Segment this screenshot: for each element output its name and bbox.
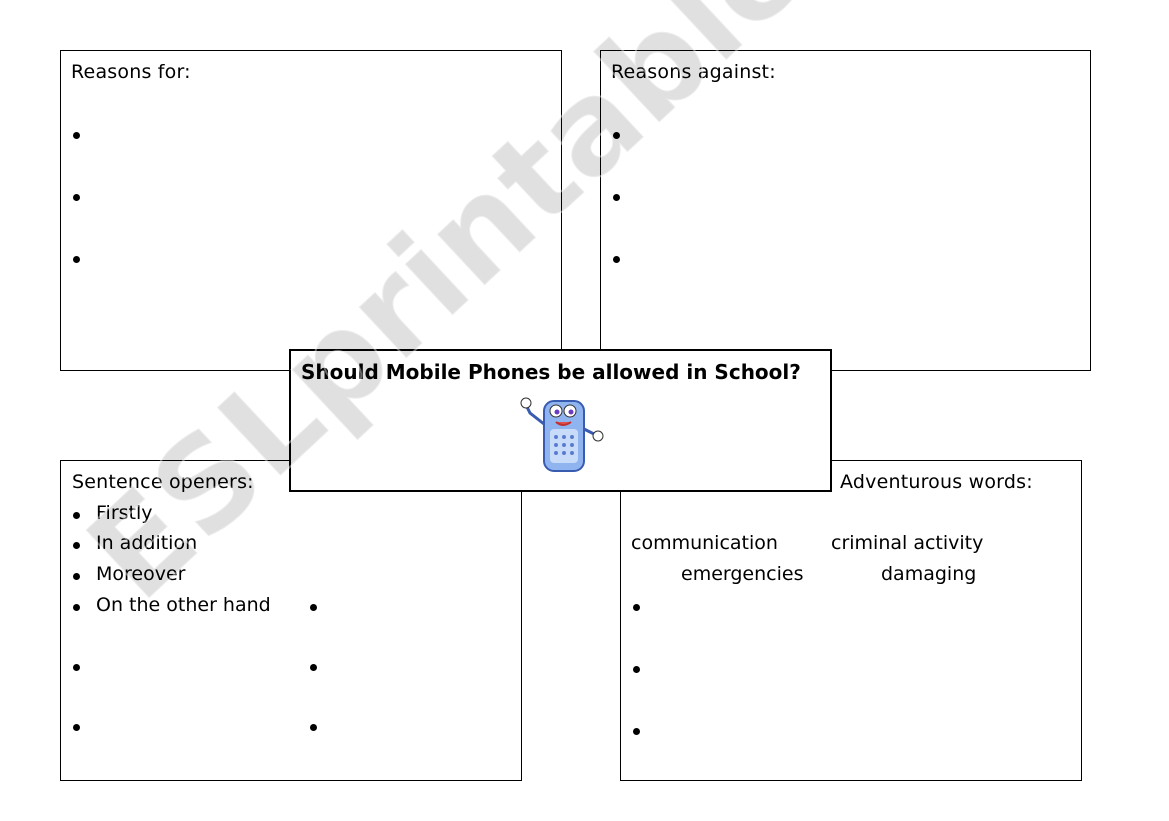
bullet: [633, 728, 640, 735]
bullet: [73, 194, 80, 201]
bullet: [633, 604, 640, 611]
reasons-for-box: Reasons for:: [60, 50, 562, 371]
word: emergencies: [681, 563, 804, 585]
opener-item: Moreover: [96, 563, 186, 585]
title-box: Should Mobile Phones be allowed in Schoo…: [289, 349, 832, 492]
word: damaging: [881, 563, 977, 585]
bullet: [613, 132, 620, 139]
worksheet-title: Should Mobile Phones be allowed in Schoo…: [301, 360, 801, 384]
reasons-against-label: Reasons against:: [611, 61, 776, 83]
sentence-openers-label: Sentence openers:: [72, 471, 254, 493]
adventurous-words-box: Adventurous words: communication crimina…: [620, 460, 1082, 781]
bullet: [73, 724, 80, 731]
reasons-for-label: Reasons for:: [71, 61, 191, 83]
bullet: [633, 666, 640, 673]
bullet: [73, 256, 80, 263]
bullet: [73, 664, 80, 671]
opener-item: On the other hand: [96, 594, 271, 616]
word: communication: [631, 532, 778, 554]
word: criminal activity: [831, 532, 984, 554]
bullet: [613, 194, 620, 201]
bullet: [73, 604, 80, 611]
bullet: [73, 512, 80, 519]
bullet: [73, 132, 80, 139]
reasons-against-box: Reasons against:: [600, 50, 1091, 371]
adventurous-words-label: Adventurous words:: [840, 471, 1033, 493]
bullet: [73, 542, 80, 549]
bullet: [73, 573, 80, 580]
cartoon-mobile-phone-icon: [520, 397, 604, 472]
sentence-openers-box: Sentence openers: Firstly In addition Mo…: [60, 460, 522, 781]
bullet: [310, 604, 317, 611]
opener-item: Firstly: [96, 502, 153, 524]
bullet: [310, 724, 317, 731]
opener-item: In addition: [96, 532, 198, 554]
bullet: [613, 256, 620, 263]
bullet: [310, 664, 317, 671]
